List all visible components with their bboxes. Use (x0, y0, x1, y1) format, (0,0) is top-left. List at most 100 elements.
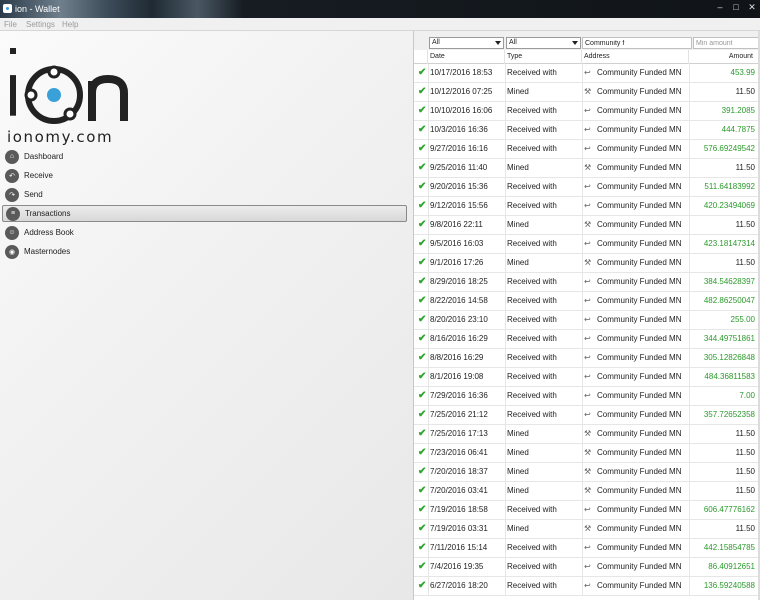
table-row[interactable]: ✔ 9/25/2016 11:40 Mined ⚒ Community Funded M… (414, 159, 760, 178)
column-divider (582, 577, 583, 596)
table-row[interactable]: ✔ 8/22/2016 14:58 Received with ↩ Community … (414, 292, 760, 311)
type-cell: Received with (507, 391, 557, 400)
column-divider (428, 349, 429, 368)
column-divider (582, 482, 583, 501)
address-filter-input[interactable] (582, 37, 692, 49)
table-row[interactable]: ✔ 7/25/2016 17:13 Mined ⚒ Community Funded M… (414, 425, 760, 444)
date-cell: 8/8/2016 16:29 (430, 353, 484, 362)
type-cell: Received with (507, 182, 557, 191)
type-cell: Received with (507, 334, 557, 343)
date-column-header[interactable]: Date (428, 50, 505, 64)
nav-masternodes[interactable]: ◉ Masternodes (2, 243, 407, 260)
minimize-button[interactable]: – (712, 0, 728, 14)
pickaxe-icon: ⚒ (584, 486, 592, 495)
nav-dashboard[interactable]: ⌂ Dashboard (2, 148, 407, 165)
column-divider (428, 425, 429, 444)
address-cell: Community Funded MN (597, 353, 682, 362)
table-row[interactable]: ✔ 7/20/2016 18:37 Mined ⚒ Community Funded M… (414, 463, 760, 482)
amount-cell: 11.50 (735, 429, 755, 438)
menu-settings[interactable]: Settings (26, 20, 55, 29)
column-divider (582, 216, 583, 235)
nav-send[interactable]: ↷ Send (2, 186, 407, 203)
table-row[interactable]: ✔ 7/29/2016 16:36 Received with ↩ Community … (414, 387, 760, 406)
table-row[interactable]: ✔ 8/8/2016 16:29 Received with ↩ Community F… (414, 349, 760, 368)
address-cell: Community Funded MN (597, 410, 682, 419)
amount-column-header[interactable]: Amount (689, 50, 755, 64)
table-row[interactable]: ✔ 8/16/2016 16:29 Received with ↩ Community … (414, 330, 760, 349)
receive-address-icon: ↩ (584, 334, 591, 343)
address-column-header[interactable]: Address (582, 50, 689, 64)
address-cell: Community Funded MN (597, 315, 682, 324)
transactions-panel: All All Date Type Address Amount ✔10/17/… (413, 31, 760, 600)
nav-receive[interactable]: ↶ Receive (2, 167, 407, 184)
table-row[interactable]: ✔ 7/4/2016 19:35 Received with ↩ Community F… (414, 558, 760, 577)
table-row[interactable]: ✔ 7/20/2016 03:41 Mined ⚒ Community Funded M… (414, 482, 760, 501)
table-row[interactable]: ✔ 9/5/2016 16:03 Received with ↩ Community F… (414, 235, 760, 254)
column-divider (582, 520, 583, 539)
column-divider (582, 140, 583, 159)
table-row[interactable]: ✔ 7/11/2016 15:14 Received with ↩ Community … (414, 539, 760, 558)
address-cell: Community Funded MN (597, 144, 682, 153)
menu-help[interactable]: Help (62, 20, 78, 29)
date-cell: 7/25/2016 17:13 (430, 429, 488, 438)
menu-file[interactable]: File (4, 20, 17, 29)
nav-transactions[interactable]: ≡ Transactions (2, 205, 407, 222)
table-row[interactable]: ✔ 10/3/2016 16:36 Received with ↩ Community … (414, 121, 760, 140)
date-cell: 10/3/2016 16:36 (430, 125, 488, 134)
close-button[interactable]: ✕ (744, 0, 760, 14)
type-cell: Received with (507, 296, 557, 305)
column-divider (505, 368, 506, 387)
column-divider (582, 64, 583, 83)
min-amount-input[interactable] (693, 37, 760, 49)
date-cell: 7/29/2016 16:36 (430, 391, 488, 400)
address-cell: Community Funded MN (597, 125, 682, 134)
table-row[interactable]: ✔ 10/12/2016 07:25 Mined ⚒ Community Funded … (414, 83, 760, 102)
column-divider (428, 558, 429, 577)
receive-address-icon: ↩ (584, 296, 591, 305)
table-row[interactable]: ✔ 8/20/2016 23:10 Received with ↩ Community … (414, 311, 760, 330)
status-column-header[interactable] (414, 50, 428, 64)
table-row[interactable]: ✔ 10/17/2016 18:53 Received with ↩ Community… (414, 64, 760, 83)
amount-cell: 444.7875 (721, 125, 755, 134)
column-divider (428, 121, 429, 140)
column-divider (582, 406, 583, 425)
table-row[interactable]: ✔ 7/23/2016 06:41 Mined ⚒ Community Funded M… (414, 444, 760, 463)
table-row[interactable]: ✔ 9/8/2016 22:11 Mined ⚒ Community Funded MN… (414, 216, 760, 235)
date-cell: 6/27/2016 18:20 (430, 581, 488, 590)
type-filter-select[interactable]: All (506, 37, 581, 49)
table-row[interactable]: ✔ 7/25/2016 21:12 Received with ↩ Community … (414, 406, 760, 425)
confirmed-check-icon: ✔ (418, 580, 427, 591)
type-cell: Received with (507, 144, 557, 153)
table-row[interactable]: ✔ 7/19/2016 18:58 Received with ↩ Community … (414, 501, 760, 520)
table-row[interactable]: ✔ 6/27/2016 18:20 Received with ↩ Community … (414, 577, 760, 596)
nav-address-book[interactable]: ☺ Address Book (2, 224, 407, 241)
table-row[interactable]: ✔ 9/1/2016 17:26 Mined ⚒ Community Funded MN… (414, 254, 760, 273)
masternodes-icon: ◉ (5, 244, 19, 259)
column-divider (505, 387, 506, 406)
confirmed-check-icon: ✔ (418, 466, 427, 477)
column-divider (582, 558, 583, 577)
pickaxe-icon: ⚒ (584, 448, 592, 457)
table-row[interactable]: ✔ 10/10/2016 16:06 Received with ↩ Community… (414, 102, 760, 121)
send-icon: ↷ (5, 187, 19, 202)
date-cell: 8/29/2016 18:25 (430, 277, 488, 286)
table-row[interactable]: ✔ 9/12/2016 15:56 Received with ↩ Community … (414, 197, 760, 216)
type-column-header[interactable]: Type (505, 50, 582, 64)
app-icon (3, 4, 12, 13)
table-row[interactable]: ✔ 8/29/2016 18:25 Received with ↩ Community … (414, 273, 760, 292)
table-row[interactable]: ✔ 8/1/2016 19:08 Received with ↩ Community F… (414, 368, 760, 387)
pickaxe-icon: ⚒ (584, 524, 592, 533)
date-cell: 10/17/2016 18:53 (430, 68, 493, 77)
table-row[interactable]: ✔ 9/27/2016 16:16 Received with ↩ Community … (414, 140, 760, 159)
table-row[interactable]: ✔ 7/19/2016 03:31 Mined ⚒ Community Funded M… (414, 520, 760, 539)
table-row[interactable]: ✔ 9/20/2016 15:36 Received with ↩ Community … (414, 178, 760, 197)
logo-url: ionomy.com (7, 128, 114, 146)
date-filter-select[interactable]: All (429, 37, 504, 49)
confirmed-check-icon: ✔ (418, 200, 427, 211)
amount-cell: 11.50 (735, 163, 755, 172)
chevron-down-icon (572, 41, 578, 45)
maximize-button[interactable]: □ (728, 0, 744, 14)
address-cell: Community Funded MN (597, 429, 682, 438)
address-cell: Community Funded MN (597, 68, 682, 77)
nav-label: Masternodes (24, 247, 71, 256)
